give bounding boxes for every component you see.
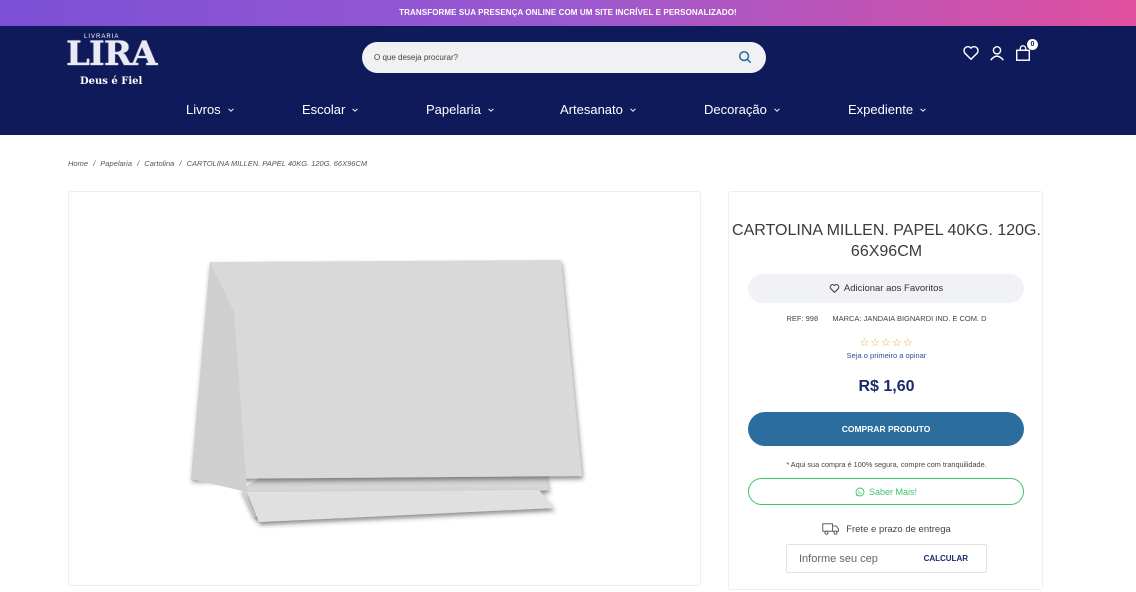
breadcrumb-cartolina[interactable]: Cartolina [144, 159, 174, 168]
search-input[interactable] [374, 42, 714, 73]
ref-label: REF: [786, 314, 804, 323]
nav-label: Decoração [704, 102, 767, 117]
chevron-down-icon [630, 107, 636, 112]
first-review-link[interactable]: Seja o primeiro a opinar [729, 351, 1044, 360]
nav-item-decoracao[interactable]: Decoração [704, 102, 781, 117]
nav-label: Papelaria [426, 102, 481, 117]
promo-bar: TRANSFORME SUA PRESENÇA ONLINE COM UM SI… [0, 0, 1136, 26]
breadcrumb-separator: / [179, 159, 182, 168]
nav-item-artesanato[interactable]: Artesanato [560, 102, 637, 117]
breadcrumb-current: CARTOLINA MILLEN. PAPEL 40KG. 120G. 66X9… [186, 159, 368, 168]
heart-icon [829, 284, 840, 293]
promo-text: TRANSFORME SUA PRESENÇA ONLINE COM UM SI… [399, 8, 737, 17]
product-image[interactable] [69, 192, 702, 587]
favorite-label: Adicionar aos Favoritos [843, 283, 944, 294]
heart-icon[interactable] [962, 44, 980, 62]
logo-name: LIRA [66, 34, 157, 74]
logo-small-text: LIVRARIA [84, 34, 120, 40]
shipping-heading: Frete e prazo de entrega [729, 522, 1044, 536]
nav-label: Artesanato [560, 102, 623, 117]
product-title: CARTOLINA MILLEN. PAPEL 40KG. 120G. 66X9… [732, 222, 1041, 260]
logo-tagline: Deus é Fiel [80, 76, 143, 87]
breadcrumb-separator: / [93, 159, 96, 168]
header-icons: 0 [962, 39, 1038, 62]
add-to-favorites-button[interactable]: Adicionar aos Favoritos [748, 274, 1024, 303]
nav-item-papelaria[interactable]: Papelaria [426, 102, 495, 117]
shipping-label: Frete e prazo de entrega [846, 523, 951, 535]
breadcrumb: Home / Papelaria / Cartolina / CARTOLINA… [68, 159, 370, 168]
product-info-card: CARTOLINA MILLEN. PAPEL 40KG. 120G. 66X9… [728, 191, 1043, 590]
main-nav: Livros Escolar Papelaria Artesanato Deco… [0, 92, 1136, 135]
product-price: R$ 1,60 [858, 378, 915, 395]
chevron-down-icon [488, 107, 494, 112]
chevron-down-icon [352, 107, 359, 112]
chevron-down-icon [774, 107, 780, 112]
cep-form: CALCULAR [786, 544, 987, 573]
brand-value: JANDAIA BIGNARDI IND. E COM. D [863, 314, 987, 323]
buy-label: COMPRAR PRODUTO [841, 424, 931, 434]
site-logo[interactable]: LIRA LIVRARIA Deus é Fiel [66, 32, 157, 90]
nav-label: Escolar [302, 102, 346, 117]
site-header: LIRA LIVRARIA Deus é Fiel 0 Livros [0, 26, 1136, 135]
user-icon[interactable] [988, 44, 1006, 62]
search-bar [362, 42, 766, 73]
chevron-down-icon [227, 107, 234, 112]
ref-value: 998 [805, 314, 819, 323]
cep-input[interactable] [799, 545, 909, 572]
secure-purchase-note: * Aqui sua compra é 100% segura, compre … [786, 460, 987, 469]
breadcrumb-home[interactable]: Home [68, 159, 88, 168]
cart-count-badge: 0 [1027, 39, 1038, 50]
nav-label: Livros [186, 102, 221, 117]
nav-item-livros[interactable]: Livros [186, 102, 235, 117]
whatsapp-icon [855, 487, 865, 496]
whatsapp-info-button[interactable]: Saber Mais! [748, 478, 1024, 505]
nav-item-escolar[interactable]: Escolar [302, 102, 359, 117]
product-meta: REF: 998 MARCA: JANDAIA BIGNARDI IND. E … [729, 314, 1044, 323]
rating-stars[interactable]: ☆☆☆☆☆ [729, 336, 1044, 349]
search-icon[interactable] [738, 50, 752, 64]
whatsapp-label: Saber Mais! [868, 486, 918, 497]
cart-button[interactable]: 0 [1014, 39, 1038, 62]
chevron-down-icon [920, 107, 926, 112]
buy-product-button[interactable]: COMPRAR PRODUTO [748, 412, 1024, 446]
calculate-shipping-button[interactable]: CALCULAR [924, 554, 968, 563]
brand-label: MARCA: [832, 314, 862, 323]
nav-label: Expediente [848, 102, 914, 117]
breadcrumb-papelaria[interactable]: Papelaria [100, 159, 132, 168]
breadcrumb-separator: / [137, 159, 140, 168]
product-image-card [68, 191, 701, 586]
nav-item-expediente[interactable]: Expediente [848, 102, 927, 117]
truck-icon [822, 523, 840, 535]
